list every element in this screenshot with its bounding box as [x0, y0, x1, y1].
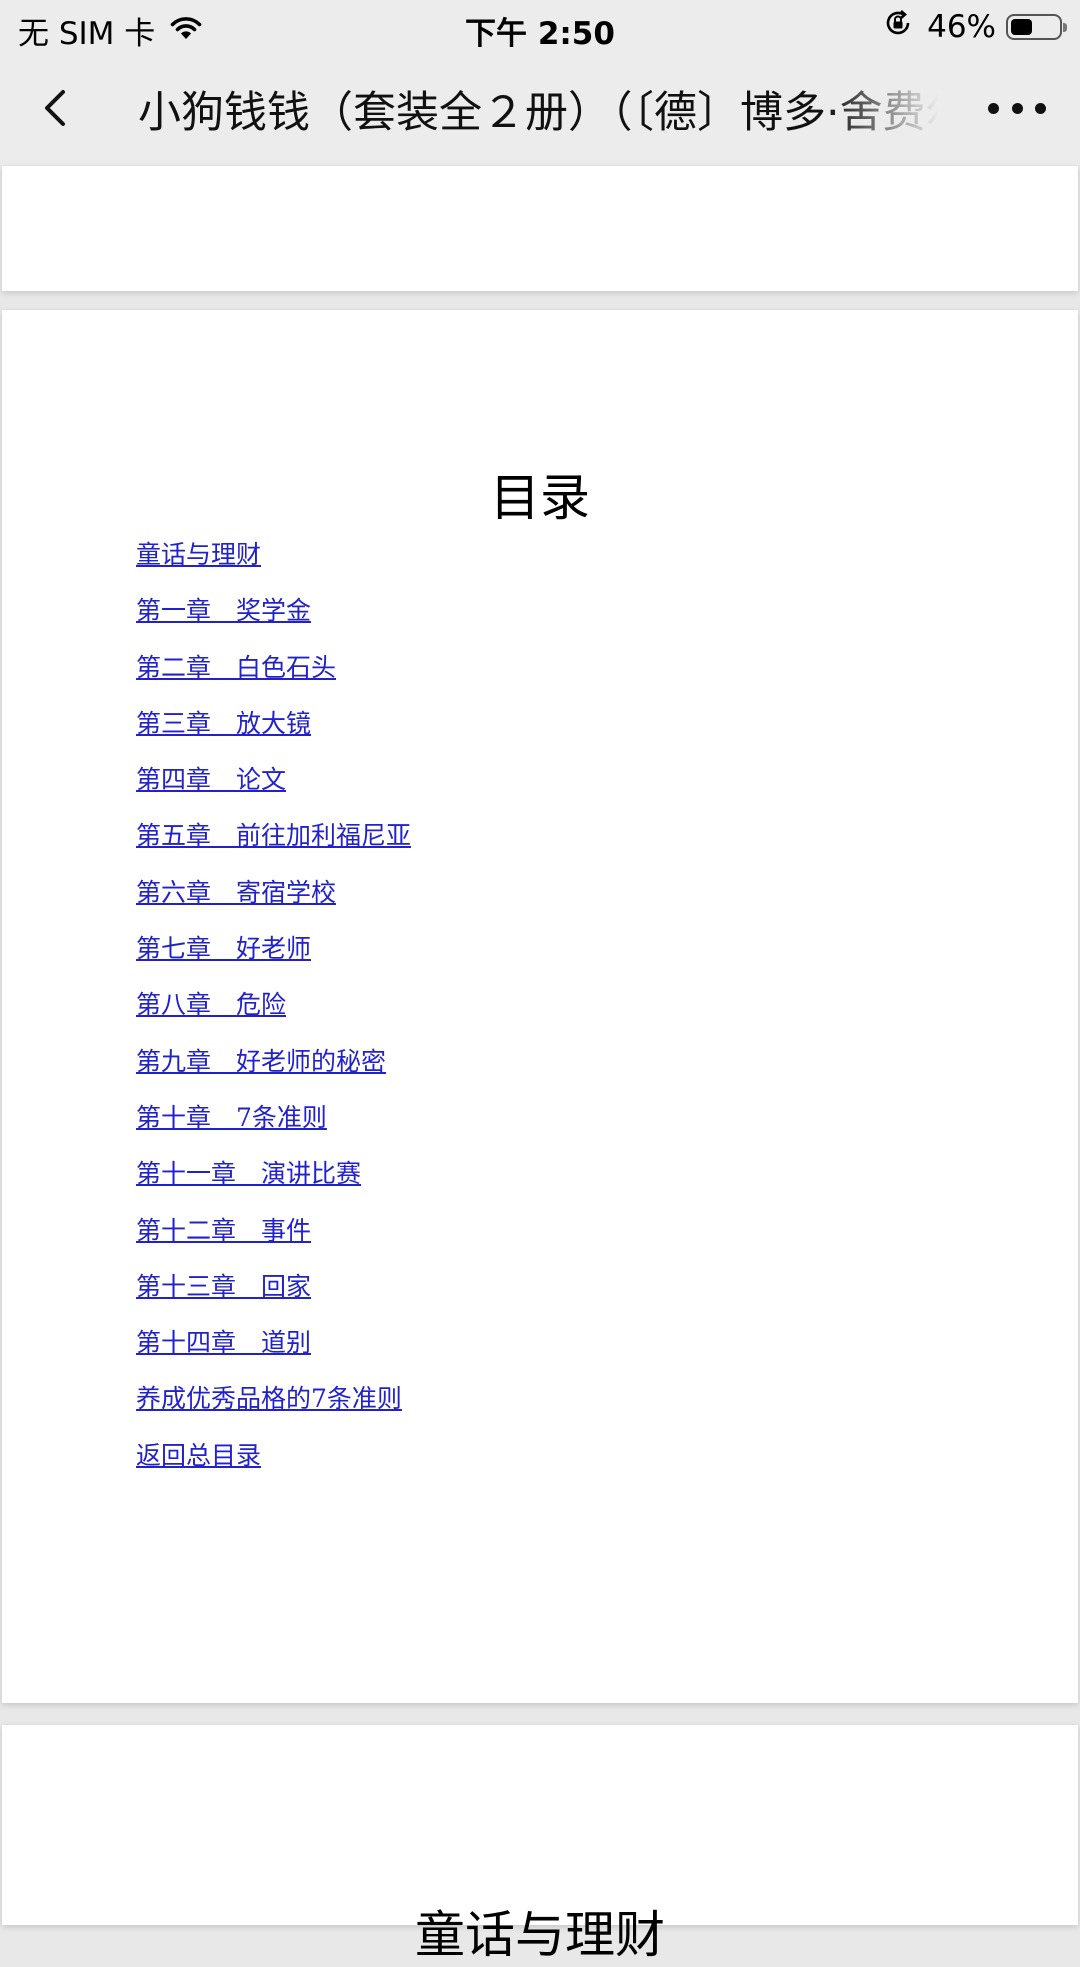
more-button[interactable]	[988, 90, 1046, 126]
toc-link[interactable]: 第十一章 演讲比赛	[136, 1159, 361, 1188]
book-title: 小狗钱钱（套装全２册）（〔德〕博多·舍费尔	[138, 88, 938, 138]
toc-item: 童话与理财	[136, 535, 411, 591]
toc-list: 童话与理财第一章 奖学金 第二章 白色石头 第三章 放大镜 第四章 论文第五章 前往加…	[136, 535, 411, 1492]
toc-page: 目录 童话与理财第一章 奖学金 第二章 白色石头 第三章 放大镜 第四章 论文第五章 …	[2, 310, 1078, 1703]
toc-link[interactable]: 第十章 7条准则	[136, 1103, 327, 1132]
status-bar: 无 SIM 卡 下午 2:50 46%	[0, 0, 1080, 52]
battery-percent: 46%	[927, 9, 996, 45]
toc-title: 目录	[490, 469, 590, 527]
toc-item: 返回总目录	[136, 1436, 411, 1492]
toc-item: 第十四章 道别	[136, 1323, 411, 1379]
toc-item: 第十三章 回家	[136, 1267, 411, 1323]
next-page-title: 童话与理财	[415, 1906, 665, 1964]
toc-item: 第九章 好老师的秘密	[136, 1042, 411, 1098]
toc-link[interactable]: 第六章 寄宿学校	[136, 878, 336, 907]
toc-item: 第三章 放大镜	[136, 704, 411, 760]
toc-link[interactable]: 第五章 前往加利福尼亚	[136, 821, 411, 850]
toc-link[interactable]: 童话与理财	[136, 540, 261, 569]
toc-item: 第六章 寄宿学校	[136, 873, 411, 929]
battery-fill	[1011, 19, 1033, 35]
toc-link[interactable]: 返回总目录	[136, 1441, 261, 1470]
toc-link[interactable]: 第十三章 回家	[136, 1272, 311, 1301]
toc-item: 第一章 奖学金	[136, 591, 411, 647]
toc-link[interactable]: 第一章 奖学金	[136, 596, 311, 625]
status-right: 46%	[883, 8, 1067, 46]
previous-page	[2, 166, 1078, 291]
toc-link[interactable]: 第八章 危险	[136, 990, 286, 1019]
more-dot-icon	[1035, 102, 1046, 114]
more-dot-icon	[1011, 102, 1023, 114]
toc-item: 第八章 危险	[136, 985, 411, 1041]
more-dot-icon	[988, 102, 999, 114]
toc-item: 第七章 好老师	[136, 929, 411, 985]
toc-item: 养成优秀品格的7条准则	[136, 1379, 411, 1435]
toc-link[interactable]: 第二章 白色石头	[136, 653, 336, 682]
toc-link[interactable]: 第四章 论文	[136, 765, 286, 794]
orientation-lock-icon	[883, 8, 913, 46]
toc-item: 第十二章 事件	[136, 1211, 411, 1267]
battery-icon	[1006, 14, 1067, 40]
toc-item: 第二章 白色石头	[136, 648, 411, 704]
toc-item: 第十一章 演讲比赛	[136, 1154, 411, 1210]
toc-item: 第四章 论文	[136, 760, 411, 816]
next-page: 童话与理财	[2, 1725, 1078, 1964]
toc-item: 第十章 7条准则	[136, 1098, 411, 1154]
navigation-bar: 小狗钱钱（套装全２册）（〔德〕博多·舍费尔	[0, 52, 1080, 165]
toc-link[interactable]: 第九章 好老师的秘密	[136, 1047, 386, 1076]
toc-link[interactable]: 第三章 放大镜	[136, 709, 311, 738]
back-button[interactable]	[30, 80, 86, 136]
toc-link[interactable]: 第十四章 道别	[136, 1328, 311, 1357]
chevron-left-icon	[45, 90, 65, 126]
toc-item: 第五章 前往加利福尼亚	[136, 816, 411, 872]
toc-link[interactable]: 养成优秀品格的7条准则	[136, 1384, 402, 1413]
toc-link[interactable]: 第七章 好老师	[136, 934, 311, 963]
toc-link[interactable]: 第十二章 事件	[136, 1216, 311, 1245]
